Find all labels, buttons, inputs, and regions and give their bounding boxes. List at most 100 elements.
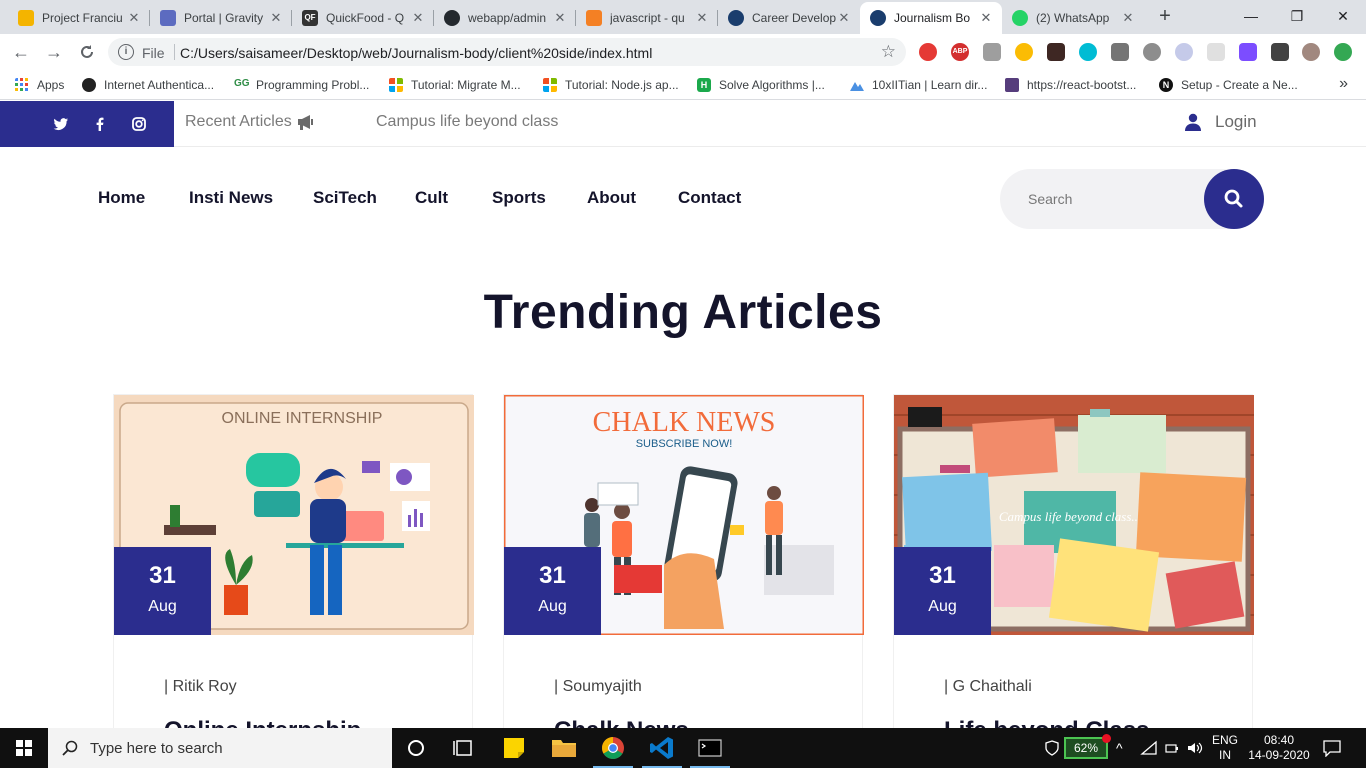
picture-extension-icon[interactable] <box>1047 43 1065 61</box>
search-input[interactable] <box>1028 187 1198 211</box>
tab-quickfood[interactable]: QF QuickFood - Q ✕ <box>292 2 434 34</box>
task-view-button[interactable] <box>440 728 488 768</box>
cortana-button[interactable] <box>392 728 440 768</box>
abp-extension-icon[interactable]: ABP <box>951 43 969 61</box>
shield-icon[interactable] <box>1044 740 1060 780</box>
mountain-icon <box>850 82 864 91</box>
close-icon[interactable]: ✕ <box>978 10 994 26</box>
update-icon[interactable] <box>1334 43 1352 61</box>
login-link[interactable]: Login <box>1184 112 1257 132</box>
close-icon[interactable]: ✕ <box>552 10 568 26</box>
language-indicator[interactable]: ENG IN <box>1212 733 1238 773</box>
bookmark-star-icon[interactable]: ☆ <box>881 42 896 62</box>
article-title[interactable]: Chalk News <box>554 717 689 728</box>
article-card[interactable]: ONLINE INTERNSHIP 31 Aug | Ritik Roy <box>113 394 474 728</box>
article-title[interactable]: Online Internship <box>164 717 361 728</box>
sync-extension-icon[interactable] <box>1079 43 1097 61</box>
tab-career-develop[interactable]: Career Develop ✕ <box>718 2 860 34</box>
search-button[interactable] <box>1204 169 1264 229</box>
bookmark-internet-auth[interactable]: Internet Authentica... <box>82 76 214 94</box>
tab-project-franciu[interactable]: Project Franciu ✕ <box>8 2 150 34</box>
url-text[interactable]: C:/Users/saisameer/Desktop/web/Journalis… <box>180 45 652 61</box>
forward-button[interactable]: → <box>42 40 66 64</box>
square-extension-icon[interactable] <box>1207 43 1225 61</box>
chrome-app[interactable] <box>589 728 637 768</box>
browser-toolbar: ← → i File C:/Users/saisameer/Desktop/we… <box>0 34 1366 70</box>
close-icon[interactable]: ✕ <box>694 10 710 26</box>
back-button[interactable]: ← <box>9 40 33 64</box>
close-icon[interactable]: ✕ <box>268 10 284 26</box>
close-icon[interactable]: ✕ <box>410 10 426 26</box>
window-close-button[interactable]: ✕ <box>1320 0 1366 32</box>
volume-icon[interactable] <box>1186 740 1204 780</box>
taskbar-search[interactable]: Type here to search <box>48 728 392 768</box>
tab-whatsapp[interactable]: (2) WhatsApp ✕ <box>1002 2 1144 34</box>
nav-cult[interactable]: Cult <box>415 188 448 208</box>
bookmark-apps[interactable]: Apps <box>15 76 64 94</box>
bookmark-label: https://react-bootst... <box>1027 78 1137 92</box>
bulb-extension-icon[interactable] <box>1015 43 1033 61</box>
vscode-app[interactable] <box>638 728 686 768</box>
reload-button[interactable] <box>75 40 99 64</box>
address-bar[interactable]: i File C:/Users/saisameer/Desktop/web/Jo… <box>108 38 906 66</box>
nav-about[interactable]: About <box>587 188 636 208</box>
globe-icon <box>82 78 96 92</box>
profile-avatar[interactable] <box>1302 43 1320 61</box>
bookmark-hackerrank[interactable]: H Solve Algorithms |... <box>697 76 825 94</box>
bookmark-programming[interactable]: GG Programming Probl... <box>234 76 369 94</box>
restore-button[interactable]: ❐ <box>1274 0 1320 32</box>
wifi-icon[interactable] <box>1140 740 1158 780</box>
nav-scitech[interactable]: SciTech <box>313 188 377 208</box>
chevron-up-icon[interactable]: ^ <box>1116 740 1123 780</box>
nav-sports[interactable]: Sports <box>492 188 546 208</box>
bookmark-tutorial-migrate[interactable]: Tutorial: Migrate M... <box>389 76 521 94</box>
close-icon[interactable]: ✕ <box>836 10 852 26</box>
article-card[interactable]: CHALK NEWS SUBSCRIBE NOW! 31 Aug | Soumy… <box>503 394 864 728</box>
terminal-app[interactable] <box>686 728 734 768</box>
nav-home[interactable]: Home <box>98 188 145 208</box>
tab-title: Career Develop <box>752 11 836 25</box>
notification-icon[interactable] <box>1322 739 1342 779</box>
cortana-icon <box>408 740 424 756</box>
news-ticker[interactable]: Campus life beyond class <box>376 113 558 131</box>
minimize-button[interactable]: — <box>1228 0 1274 32</box>
terminal-icon <box>698 739 722 757</box>
chevron-right-icon[interactable]: » <box>1339 75 1348 93</box>
bug-extension-icon[interactable] <box>1143 43 1161 61</box>
whatsapp-icon <box>1012 10 1028 26</box>
power-icon[interactable] <box>1164 740 1180 780</box>
instagram-icon[interactable] <box>129 114 149 134</box>
nav-contact[interactable]: Contact <box>678 188 741 208</box>
bookmark-setup-next[interactable]: N Setup - Create a Ne... <box>1159 76 1298 94</box>
close-icon[interactable]: ✕ <box>126 10 142 26</box>
bookmark-label: Solve Algorithms |... <box>719 78 825 92</box>
adblock-extension-icon[interactable] <box>919 43 937 61</box>
sticky-notes-app[interactable] <box>490 728 538 768</box>
new-tab-button[interactable]: + <box>1154 5 1176 27</box>
info-icon[interactable]: i <box>118 44 134 60</box>
tab-javascript[interactable]: javascript - qu ✕ <box>576 2 718 34</box>
clock[interactable]: 08:40 14-09-2020 <box>1244 733 1314 773</box>
camera-extension-icon[interactable] <box>1111 43 1129 61</box>
react-extension-icon[interactable] <box>1175 43 1193 61</box>
close-icon[interactable]: ✕ <box>1120 10 1136 26</box>
bookmark-10xiitian[interactable]: 10xIITian | Learn dir... <box>850 76 987 94</box>
facebook-icon[interactable] <box>90 114 110 134</box>
article-title[interactable]: Life beyond Class <box>944 717 1149 728</box>
microsoft-icon <box>543 78 557 92</box>
start-button[interactable] <box>0 728 48 768</box>
bookmark-tutorial-node[interactable]: Tutorial: Node.js ap... <box>543 76 679 94</box>
image-caption: CHALK NEWS <box>593 407 776 438</box>
twitter-icon[interactable] <box>51 114 71 134</box>
check-extension-icon[interactable] <box>1239 43 1257 61</box>
battery-indicator[interactable]: 62% <box>1064 734 1111 759</box>
tab-portal-gravity[interactable]: Portal | Gravity ✕ <box>150 2 292 34</box>
nav-insti-news[interactable]: Insti News <box>189 188 273 208</box>
tab-journalism-body[interactable]: Journalism Bo ✕ <box>860 2 1002 34</box>
puzzle-extension-icon[interactable] <box>1271 43 1289 61</box>
article-card[interactable]: Campus life beyond class... 31 Aug | G C… <box>893 394 1254 728</box>
bookmark-react-bootstrap[interactable]: https://react-bootst... <box>1005 76 1136 94</box>
file-explorer-app[interactable] <box>540 728 588 768</box>
tab-webapp-admin[interactable]: webapp/admin ✕ <box>434 2 576 34</box>
pdf-extension-icon[interactable] <box>983 43 1001 61</box>
